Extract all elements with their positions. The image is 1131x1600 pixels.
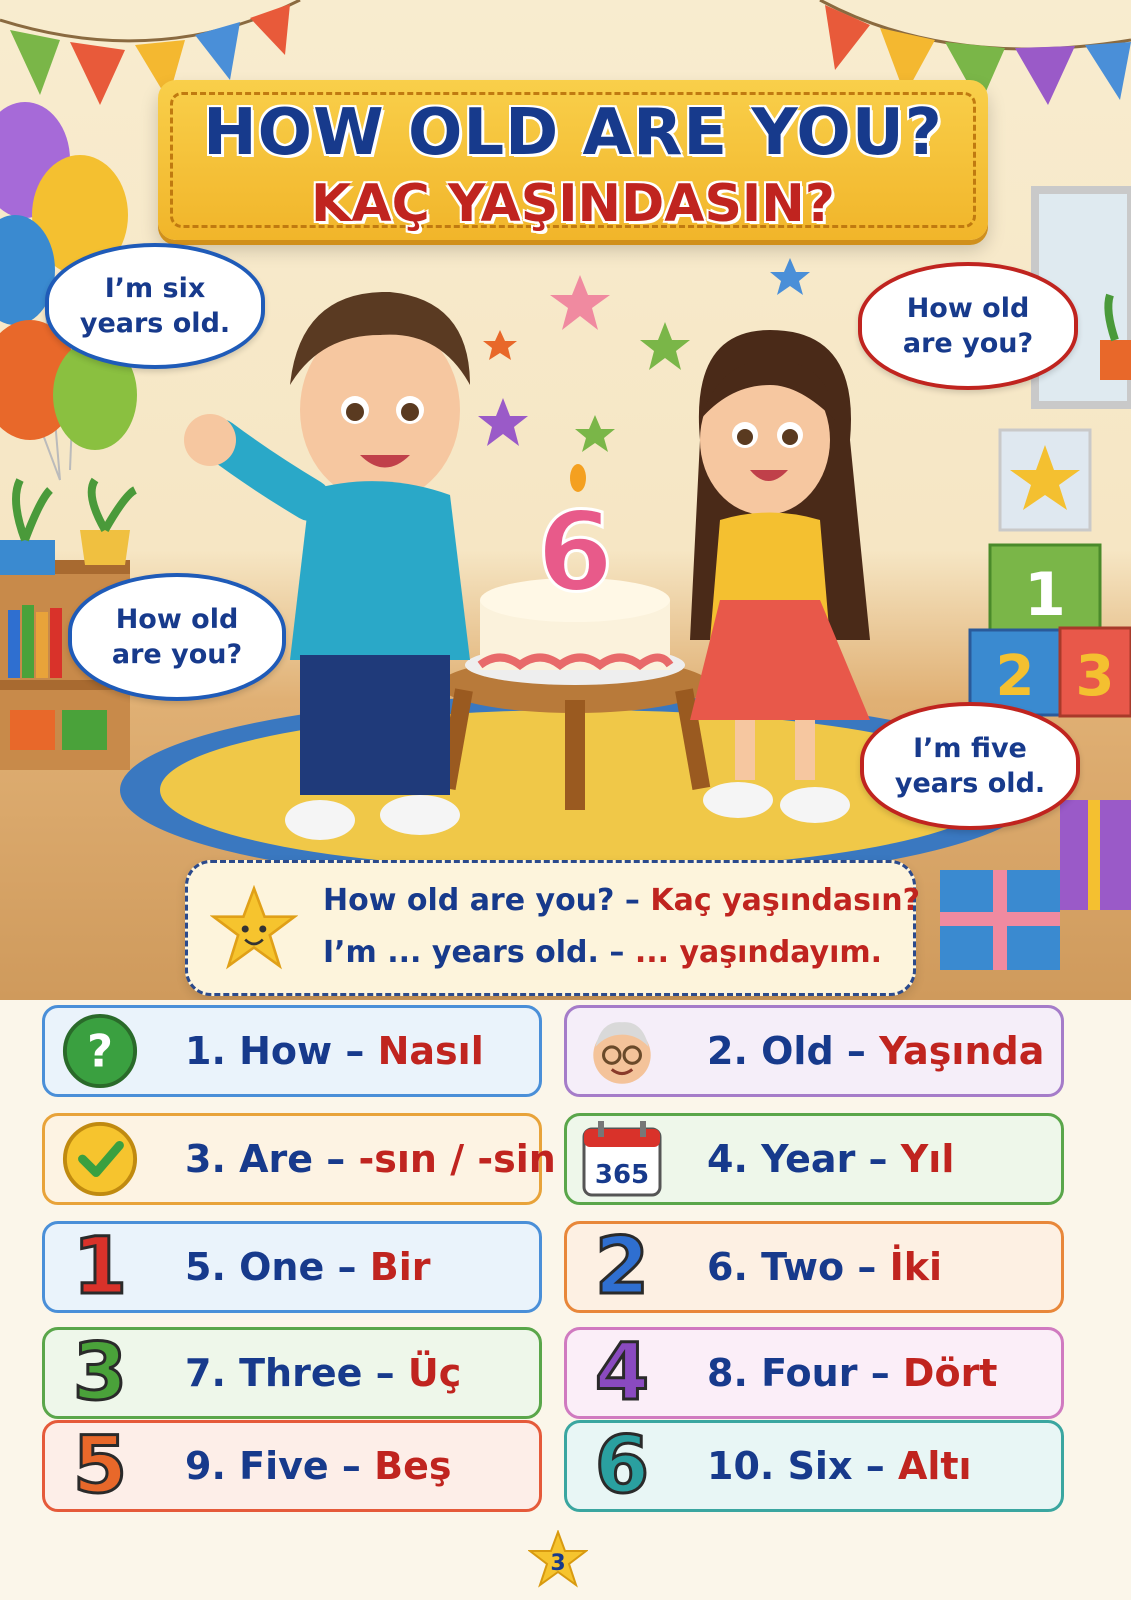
bubble-line: I’m five <box>913 732 1027 764</box>
vocab-english: Six <box>787 1444 853 1488</box>
vocab-turkish: Üç <box>407 1351 462 1395</box>
calendar-icon: 365 <box>567 1116 677 1202</box>
vocab-number: 4. <box>707 1137 748 1181</box>
title-turkish: KAÇ YAŞINDASIN? <box>311 174 835 234</box>
number-three-icon: 3 <box>45 1330 155 1416</box>
page-number: 3 <box>550 1551 565 1576</box>
girl-question-bubble: How old are you? <box>858 262 1078 390</box>
vocab-turkish: Yıl <box>900 1137 955 1181</box>
big-number: 3 <box>71 1328 128 1418</box>
bubble-line: How old <box>906 292 1030 324</box>
bubble-line: years old. <box>79 308 231 339</box>
vocab-turkish: Dört <box>902 1351 998 1395</box>
cake-candle-number: 6 <box>537 488 614 616</box>
svg-text:?: ? <box>87 1025 113 1078</box>
vocab-turkish: Beş <box>374 1444 452 1488</box>
big-number: 6 <box>593 1421 650 1511</box>
title-english: HOW OLD ARE YOU? <box>203 96 943 170</box>
vocab-english: One <box>239 1245 325 1289</box>
vocab-card-two: 2 6. Two – İki <box>564 1221 1064 1313</box>
vocab-english: Year <box>761 1137 856 1181</box>
key-phrases-box: How old are you? – Kaç yaşındasın? I’m .… <box>185 860 920 996</box>
vocab-card-how: ? 1. How – Nasıl <box>42 1005 542 1097</box>
number-two-icon: 2 <box>567 1224 677 1310</box>
block-3-label: 3 <box>1076 644 1115 709</box>
vocab-card-year: 365 4. Year – Yıl <box>564 1113 1064 1205</box>
vocab-number: 10. <box>707 1444 775 1488</box>
block-1-label: 1 <box>1024 560 1066 630</box>
question-mark-icon: ? <box>45 1008 155 1094</box>
vocab-number: 9. <box>185 1444 226 1488</box>
vocab-card-old: 2. Old – Yaşında <box>564 1005 1064 1097</box>
vocab-turkish: Yaşında <box>879 1029 1045 1073</box>
vocab-number: 6. <box>707 1245 748 1289</box>
vocab-english: Two <box>761 1245 845 1289</box>
vocab-english: Old <box>761 1029 834 1073</box>
bubble-line: years old. <box>894 768 1046 799</box>
checkmark-icon <box>45 1116 155 1202</box>
illustration-scene: 6 1 2 3 HOW OLD ARE YOU? KAÇ YAŞINDASIN?… <box>0 0 1131 1000</box>
vocab-english: Four <box>761 1351 858 1395</box>
boy-answer-bubble: I’m six years old. <box>45 243 265 369</box>
vocab-card-five: 5 9. Five – Beş <box>42 1420 542 1512</box>
vocab-turkish: -sın / -sin <box>358 1137 556 1181</box>
vocab-turkish: İki <box>889 1245 942 1289</box>
big-number: 1 <box>71 1222 128 1312</box>
phrase-answer: I’m ... years old. – ... yaşındayım. <box>323 935 882 970</box>
vocab-number: 3. <box>185 1137 226 1181</box>
phrase-english: I’m ... years old. – <box>323 935 625 970</box>
bubble-line: I’m six <box>104 272 206 304</box>
bubble-line: are you? <box>111 639 243 670</box>
vocab-card-six: 6 10. Six – Altı <box>564 1420 1064 1512</box>
grandpa-face-icon <box>567 1008 677 1094</box>
vocab-turkish: Altı <box>897 1444 972 1488</box>
bubble-line: are you? <box>902 328 1034 359</box>
vocab-english: Three <box>239 1351 363 1395</box>
number-four-icon: 4 <box>567 1330 677 1416</box>
vocab-number: 1. <box>185 1029 226 1073</box>
vocab-number: 2. <box>707 1029 748 1073</box>
vocab-card-three: 3 7. Three – Üç <box>42 1327 542 1419</box>
vocab-english: Five <box>239 1444 329 1488</box>
vocab-english: Are <box>239 1137 314 1181</box>
vocab-english: How <box>239 1029 333 1073</box>
big-number: 5 <box>71 1421 128 1511</box>
title-banner: HOW OLD ARE YOU? KAÇ YAŞINDASIN? <box>158 80 988 240</box>
phrase-turkish: ... yaşındayım. <box>634 935 883 970</box>
page-number-star: 3 <box>528 1530 588 1588</box>
number-six-icon: 6 <box>567 1423 677 1509</box>
vocab-number: 5. <box>185 1245 226 1289</box>
number-five-icon: 5 <box>45 1423 155 1509</box>
phrase-question: How old are you? – Kaç yaşındasın? <box>323 883 920 918</box>
calendar-icon-text: 365 <box>595 1160 649 1190</box>
vocab-turkish: Bir <box>369 1245 431 1289</box>
phrase-turkish: Kaç yaşındasın? <box>650 883 920 918</box>
phrase-english: How old are you? – <box>323 883 640 918</box>
bubble-line: How old <box>115 603 239 635</box>
vocab-card-are: 3. Are – -sın / -sin <box>42 1113 556 1205</box>
big-number: 2 <box>593 1222 650 1312</box>
smiling-star-icon <box>210 885 298 970</box>
boy-question-bubble: How old are you? <box>68 573 286 701</box>
number-one-icon: 1 <box>45 1224 155 1310</box>
vocab-turkish: Nasıl <box>377 1029 484 1073</box>
vocab-number: 8. <box>707 1351 748 1395</box>
vocab-card-one: 1 5. One – Bir <box>42 1221 542 1313</box>
girl-answer-bubble: I’m five years old. <box>860 702 1080 830</box>
block-2-label: 2 <box>996 644 1035 709</box>
vocab-card-four: 4 8. Four – Dört <box>564 1327 1064 1419</box>
vocab-number: 7. <box>185 1351 226 1395</box>
big-number: 4 <box>593 1328 650 1418</box>
